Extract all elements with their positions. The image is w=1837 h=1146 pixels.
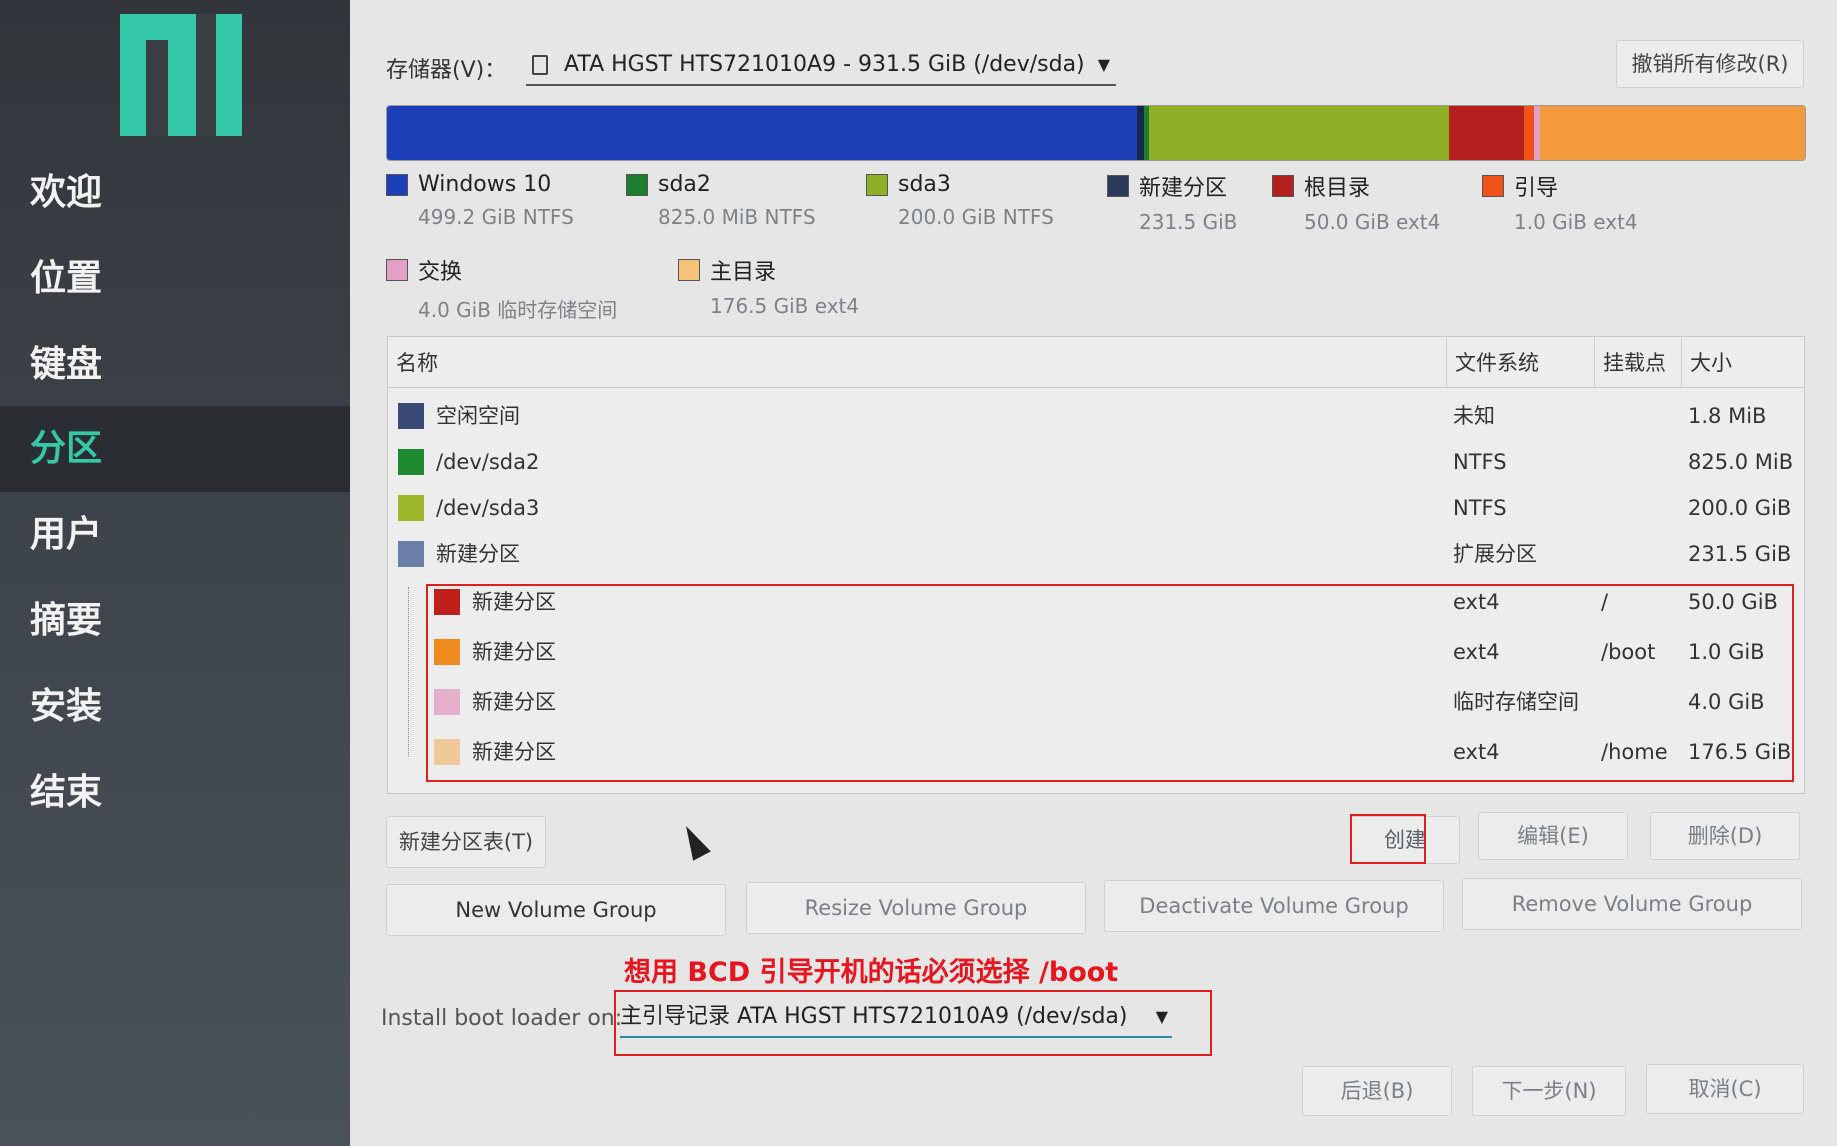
legend-info: 231.5 GiB — [1139, 210, 1238, 234]
legend-name: Windows 10 — [418, 172, 552, 197]
legend-info: 4.0 GiB 临时存储空间 — [418, 298, 618, 322]
sidebar-item[interactable]: 分区 — [0, 406, 350, 492]
highlight-box-logical-partitions — [426, 584, 1794, 782]
sidebar: 欢迎 位置 键盘 分区 用户 摘要 安装 结束 — [0, 0, 350, 1146]
disk-bar-segment — [1539, 106, 1805, 160]
remove-volume-group-button[interactable]: Remove Volume Group — [1462, 878, 1802, 930]
table-row[interactable]: /dev/sda2 NTFS 825.0 MiB — [388, 439, 1804, 485]
legend-item: 主目录 176.5 GiB ext4 — [678, 254, 859, 318]
sidebar-item[interactable]: 摘要 — [0, 578, 350, 664]
table-row[interactable]: 新建分区 扩展分区 231.5 GiB — [388, 531, 1804, 577]
table-header: 名称 文件系统 挂载点 大小 — [388, 337, 1804, 388]
legend-info: 825.0 MiB NTFS — [658, 205, 816, 229]
legend-name: 新建分区 — [1139, 176, 1228, 201]
partition-size: 231.5 GiB — [1688, 542, 1792, 566]
disk-bar-segment — [1524, 106, 1534, 160]
disk-bar-segment — [1449, 106, 1525, 160]
legend-name: sda2 — [658, 172, 711, 197]
manjaro-logo-icon — [120, 14, 242, 136]
partition-color-swatch — [398, 449, 424, 475]
column-size[interactable]: 大小 — [1682, 337, 1804, 387]
legend-item: 新建分区 231.5 GiB — [1107, 170, 1237, 234]
legend-name: 交换 — [418, 260, 463, 285]
partition-name: /dev/sda3 — [436, 496, 540, 520]
legend-swatch — [626, 173, 648, 196]
table-row[interactable]: 空闲空间 未知 1.8 MiB — [388, 393, 1804, 439]
revert-all-button[interactable]: 撤销所有修改(R) — [1616, 40, 1804, 88]
disk-icon — [532, 55, 548, 75]
storage-device-select[interactable]: ATA HGST HTS721010A9 - 931.5 GiB (/dev/s… — [526, 46, 1116, 86]
sidebar-item[interactable]: 结束 — [0, 750, 350, 836]
legend-item: sda2 825.0 MiB NTFS — [626, 172, 816, 229]
sidebar-item[interactable]: 键盘 — [0, 322, 350, 408]
partition-size: 1.8 MiB — [1688, 404, 1767, 428]
legend-name: 引导 — [1514, 176, 1559, 201]
column-name[interactable]: 名称 — [388, 337, 1447, 387]
legend-item: Windows 10 499.2 GiB NTFS — [386, 172, 574, 229]
legend-swatch — [1272, 175, 1294, 197]
legend-info: 50.0 GiB ext4 — [1304, 210, 1441, 234]
deactivate-volume-group-button[interactable]: Deactivate Volume Group — [1104, 880, 1444, 932]
partition-size: 200.0 GiB — [1688, 496, 1792, 520]
partition-filesystem: 未知 — [1453, 404, 1495, 428]
highlight-box-bootloader — [614, 990, 1212, 1056]
disk-usage-bar — [386, 105, 1806, 161]
annotation-text: 想用 BCD 引导开机的话必须选择 /boot — [624, 957, 1119, 988]
table-row[interactable]: /dev/sda3 NTFS 200.0 GiB — [388, 485, 1804, 531]
partition-filesystem: NTFS — [1453, 450, 1507, 474]
partition-filesystem: 扩展分区 — [1453, 542, 1537, 566]
chevron-down-icon: ▼ — [1097, 55, 1110, 74]
legend-item: sda3 200.0 GiB NTFS — [866, 172, 1054, 229]
tree-branch-line — [408, 587, 410, 757]
legend-item: 引导 1.0 GiB ext4 — [1482, 170, 1638, 234]
legend-item: 交换 4.0 GiB 临时存储空间 — [386, 254, 617, 323]
legend-name: 主目录 — [710, 260, 777, 285]
sidebar-item[interactable]: 位置 — [0, 236, 350, 322]
legend-info: 499.2 GiB NTFS — [418, 205, 574, 229]
edit-button[interactable]: 编辑(E) — [1478, 812, 1628, 860]
legend-info: 176.5 GiB ext4 — [710, 294, 860, 318]
disk-bar-segment — [1148, 106, 1450, 160]
disk-bar-segment — [387, 106, 1138, 160]
new-partition-table-button[interactable]: 新建分区表(T) — [386, 816, 546, 868]
legend-info: 200.0 GiB NTFS — [898, 205, 1054, 229]
legend-info: 1.0 GiB ext4 — [1514, 210, 1638, 234]
bootloader-label: Install boot loader on: — [381, 1006, 623, 1031]
cancel-button[interactable]: 取消(C) — [1646, 1064, 1804, 1114]
legend-swatch — [866, 173, 888, 196]
legend-swatch — [386, 173, 408, 196]
sidebar-item[interactable]: 用户 — [0, 492, 350, 578]
column-mountpoint[interactable]: 挂载点 — [1595, 337, 1682, 387]
partition-color-swatch — [398, 495, 424, 521]
storage-label: 存储器(V)： — [386, 58, 507, 83]
legend-swatch — [1107, 175, 1129, 197]
sidebar-item[interactable]: 欢迎 — [0, 150, 350, 236]
delete-button[interactable]: 删除(D) — [1650, 812, 1800, 860]
partition-name: /dev/sda2 — [436, 450, 540, 474]
legend-name: 根目录 — [1304, 176, 1371, 201]
next-button[interactable]: 下一步(N) — [1472, 1066, 1626, 1116]
back-button[interactable]: 后退(B) — [1302, 1066, 1452, 1116]
resize-volume-group-button[interactable]: Resize Volume Group — [746, 882, 1086, 934]
legend-swatch — [678, 259, 700, 281]
storage-selected-value: ATA HGST HTS721010A9 - 931.5 GiB (/dev/s… — [564, 52, 1085, 77]
new-volume-group-button[interactable]: New Volume Group — [386, 884, 726, 936]
legend-item: 根目录 50.0 GiB ext4 — [1272, 170, 1440, 234]
legend-name: sda3 — [898, 172, 951, 197]
partition-color-swatch — [398, 403, 424, 429]
sidebar-item[interactable]: 安装 — [0, 664, 350, 750]
column-filesystem[interactable]: 文件系统 — [1447, 337, 1595, 387]
partition-name: 新建分区 — [436, 542, 520, 566]
partition-color-swatch — [398, 541, 424, 567]
legend-swatch — [386, 259, 408, 281]
partition-name: 空闲空间 — [436, 404, 520, 428]
legend-swatch — [1482, 175, 1504, 197]
highlight-box-create — [1350, 814, 1426, 864]
partition-size: 825.0 MiB — [1688, 450, 1794, 474]
partition-filesystem: NTFS — [1453, 496, 1507, 520]
